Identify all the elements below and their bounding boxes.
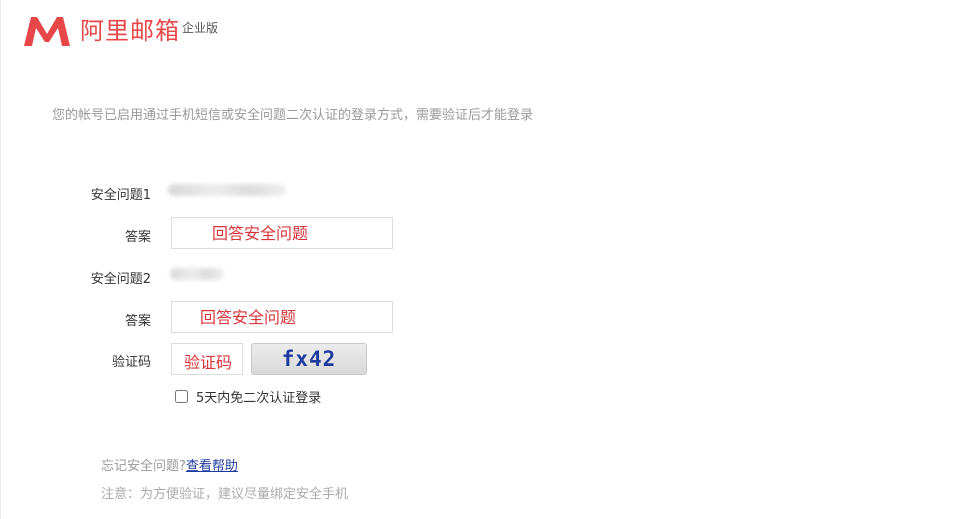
- remember-5-days-option[interactable]: 5天内免二次认证登录: [175, 387, 321, 406]
- forgot-question-text: 忘记安全问题?: [101, 459, 186, 474]
- remember-checkbox[interactable]: [175, 390, 188, 403]
- answer1-input[interactable]: [171, 217, 393, 249]
- question1-text-redacted: [168, 184, 286, 196]
- forgot-question-help: 忘记安全问题?查看帮助: [101, 455, 238, 474]
- edition-label: 企业版: [182, 21, 219, 35]
- answer2-input[interactable]: [171, 301, 393, 333]
- answer1-label: 答案: [124, 230, 151, 245]
- captcha-input[interactable]: [171, 343, 243, 375]
- question2-text-redacted: [170, 268, 224, 280]
- question2-label: 安全问题2: [90, 272, 151, 287]
- aliyun-mail-logo-icon: [24, 17, 70, 46]
- answer2-label: 答案: [124, 314, 151, 329]
- login-verification-page: 阿里邮箱 企业版 您的帐号已启用通过手机短信或安全问题二次认证的登录方式，需要验…: [0, 0, 977, 519]
- view-help-link[interactable]: 查看帮助: [186, 459, 238, 474]
- left-border: [0, 0, 1, 519]
- remember-label: 5天内免二次认证登录: [196, 391, 322, 406]
- captcha-image[interactable]: fx42: [251, 343, 367, 375]
- logo-text: 阿里邮箱: [80, 17, 180, 45]
- question1-label: 安全问题1: [90, 188, 151, 203]
- verification-notice: 您的帐号已启用通过手机短信或安全问题二次认证的登录方式，需要验证后才能登录: [52, 108, 534, 123]
- bind-phone-tip: 注意：为方便验证，建议尽量绑定安全手机: [101, 487, 349, 502]
- captcha-label: 验证码: [111, 355, 151, 370]
